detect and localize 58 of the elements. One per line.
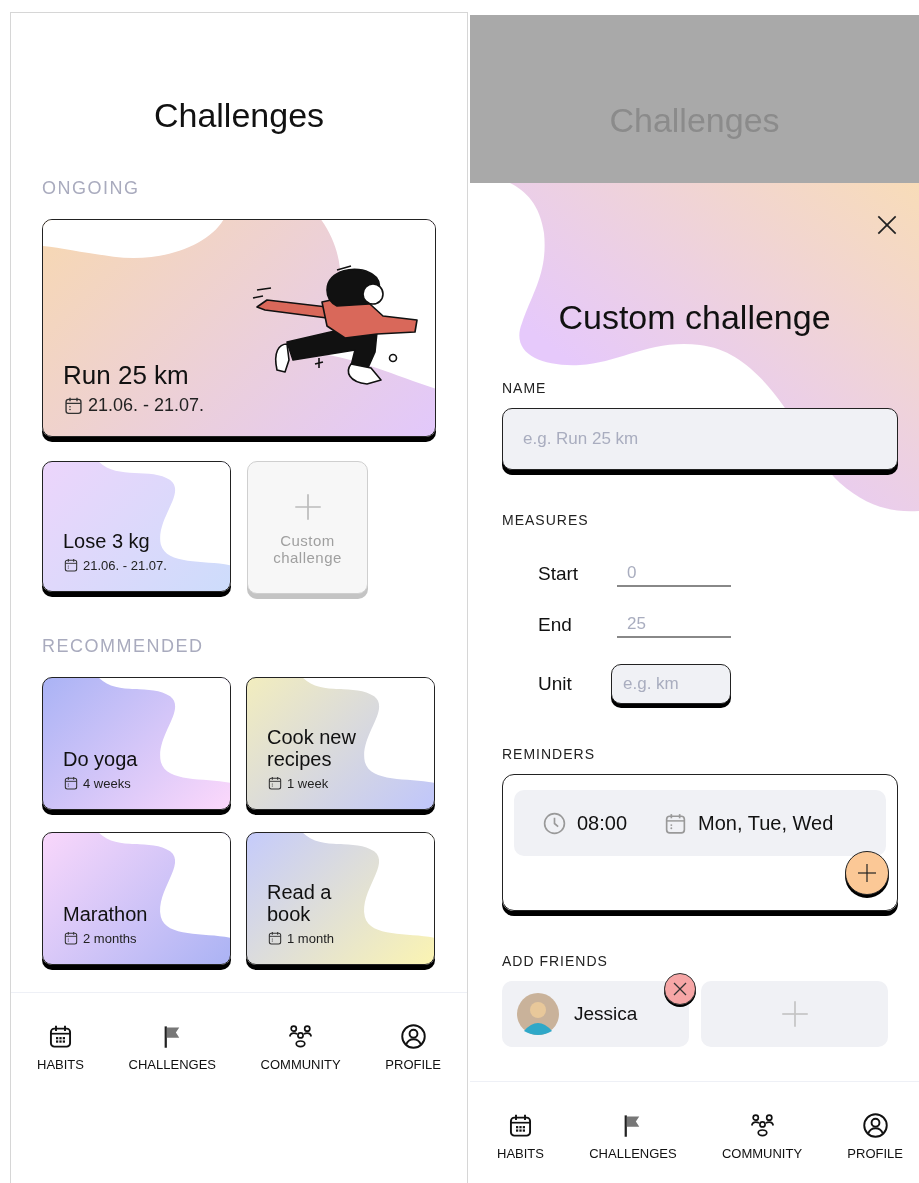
field-label: REMINDERS	[502, 746, 596, 762]
nav-tab[interactable]: CHALLENGES	[589, 1112, 677, 1161]
calendar-icon	[63, 930, 79, 946]
card-duration: 21.06. - 21.07.	[88, 395, 205, 416]
unit-field[interactable]: e.g. km	[611, 664, 731, 704]
nav-tab[interactable]: COMMUNITY	[260, 1023, 341, 1072]
nav-tab[interactable]: COMMUNITY	[721, 1112, 803, 1161]
card-title: Read a book	[267, 881, 333, 925]
measure-label: Unit	[538, 673, 573, 695]
nav-tab[interactable]: PROFILE	[847, 1112, 903, 1161]
remove-button[interactable]	[664, 973, 696, 1005]
card-title: Lose 3 kg	[63, 530, 151, 552]
card-duration: 21.06. - 21.07.	[83, 557, 167, 573]
card-duration: 4 weeks	[83, 775, 131, 791]
card-duration: 1 month	[287, 930, 334, 946]
card-duration: 2 months	[83, 930, 137, 946]
card-title: Do yoga	[63, 748, 139, 770]
calendar-icon	[267, 930, 283, 946]
sheet-title: Custom challenge	[557, 297, 832, 337]
name-field[interactable]: e.g. Run 25 km	[502, 408, 898, 470]
section-heading: RECOMMENDED	[42, 636, 205, 656]
profile-icon	[399, 1023, 427, 1050]
calendar-icon	[63, 775, 79, 791]
nav-tab[interactable]: HABITS	[37, 1023, 84, 1072]
plus-icon	[855, 861, 879, 885]
card-duration: 1 week	[287, 775, 329, 791]
avatar	[517, 993, 559, 1035]
measure-label: End	[538, 614, 573, 636]
calendar-icon	[507, 1112, 534, 1139]
friend-chip[interactable]: Jessica	[502, 981, 689, 1047]
nav-tab[interactable]: CHALLENGES	[128, 1023, 216, 1072]
reminder-row[interactable]: 08:00 Mon, Tue, Wed	[514, 790, 886, 856]
calendar-icon	[63, 395, 84, 416]
measure-field[interactable]: 0	[617, 561, 731, 587]
field-label: ADD FRIENDS	[502, 953, 609, 969]
add-reminder-button[interactable]	[845, 851, 889, 895]
profile-icon	[861, 1112, 889, 1139]
calendar-icon	[63, 557, 79, 573]
section-heading: ONGOING	[42, 178, 141, 198]
field-label: NAME	[502, 380, 548, 396]
screen-title: Challenges	[152, 95, 326, 135]
people-icon	[748, 1112, 776, 1139]
reminder-time: 08:00	[577, 811, 628, 835]
measure-label: Start	[538, 563, 580, 585]
field-label: MEASURES	[502, 512, 590, 528]
nav-tab[interactable]: PROFILE	[385, 1023, 441, 1072]
nav-tab[interactable]: HABITS	[497, 1112, 544, 1161]
calendar-icon	[267, 775, 283, 791]
clock-icon	[542, 810, 567, 836]
card-title: Cook new recipes	[267, 726, 357, 770]
people-icon	[287, 1023, 315, 1050]
measure-field[interactable]: 25	[617, 612, 731, 638]
close-icon	[671, 980, 689, 998]
reminder-days: Mon, Tue, Wed	[698, 811, 834, 835]
card-title: Run 25 km	[63, 360, 190, 390]
friend-name: Jessica	[574, 1003, 638, 1025]
card-title: Marathon	[63, 903, 149, 925]
calendar-icon	[47, 1023, 74, 1050]
